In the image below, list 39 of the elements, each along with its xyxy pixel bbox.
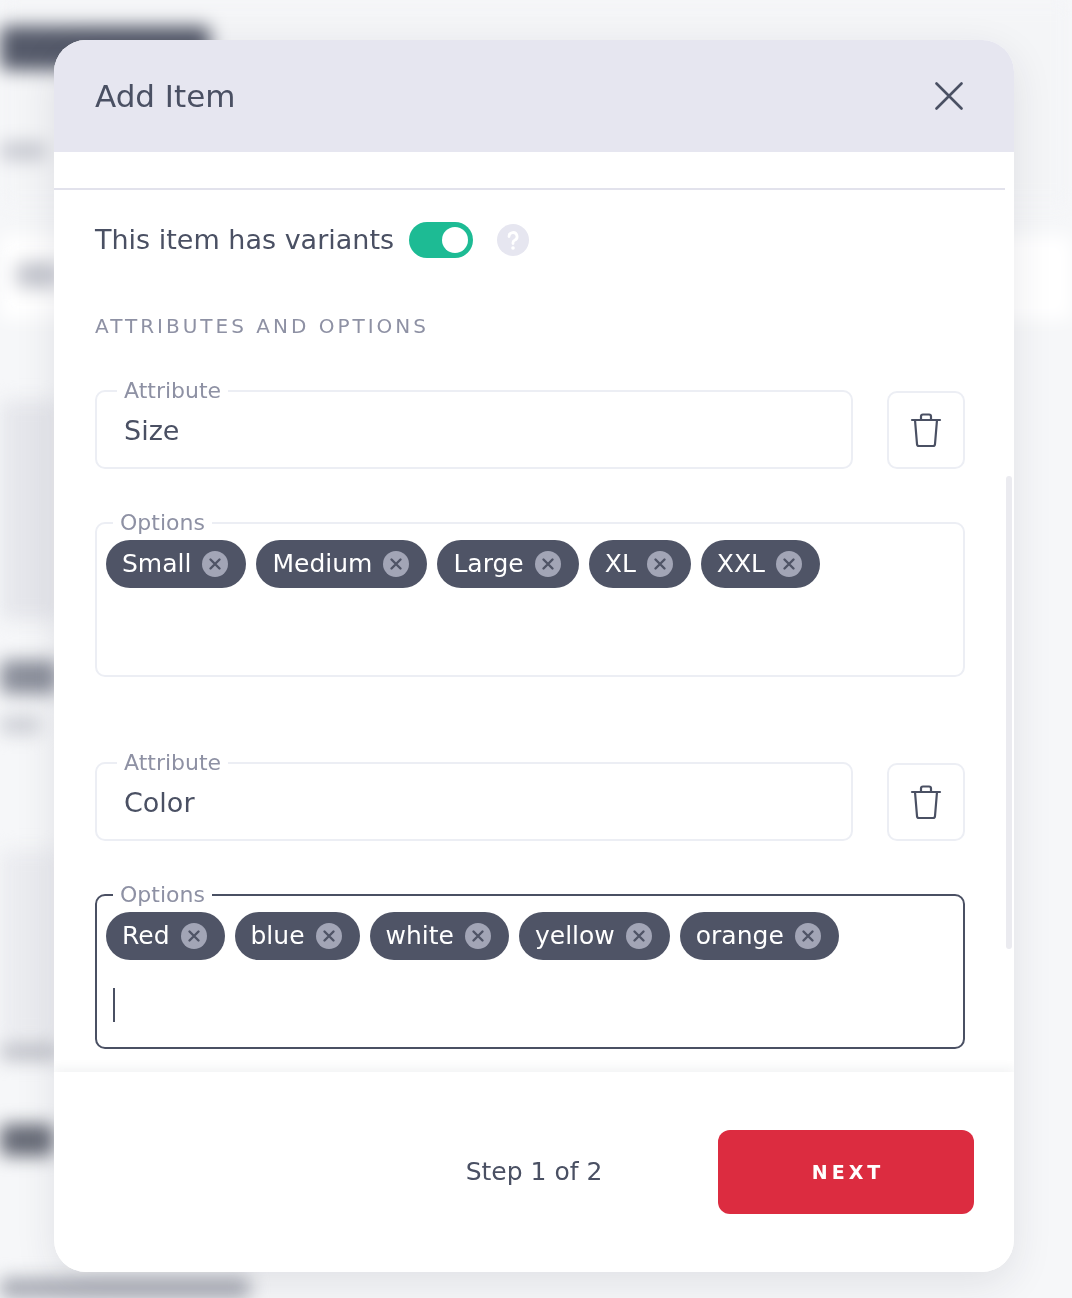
step-label: Step 1 of 2 bbox=[465, 1156, 603, 1188]
remove-icon[interactable] bbox=[383, 551, 410, 577]
field-label: Attribute bbox=[123, 378, 223, 404]
text-cursor bbox=[113, 988, 115, 1022]
remove-icon[interactable] bbox=[534, 551, 561, 577]
delete-button[interactable] bbox=[887, 763, 965, 841]
remove-icon[interactable] bbox=[464, 923, 491, 949]
trash-icon bbox=[910, 784, 942, 820]
remove-icon[interactable] bbox=[180, 923, 207, 949]
close-button[interactable] bbox=[935, 82, 963, 110]
field-label: Options bbox=[119, 882, 206, 908]
chip-label: blue bbox=[250, 921, 305, 951]
chip-label: XL bbox=[604, 549, 636, 579]
chip-label: Small bbox=[122, 549, 192, 579]
chip-label: Red bbox=[122, 921, 170, 951]
field-label: Attribute bbox=[123, 750, 223, 776]
section-heading: ATTRIBUTES AND OPTIONS bbox=[95, 313, 430, 339]
close-icon bbox=[935, 82, 963, 110]
chip-label: XXL bbox=[716, 549, 765, 579]
field-label: Options bbox=[119, 510, 206, 536]
field-value: Color bbox=[124, 785, 195, 820]
variants-label: This item has variants bbox=[95, 223, 395, 257]
chip-label: yellow bbox=[534, 921, 615, 951]
chip-label: orange bbox=[695, 921, 784, 951]
next-button[interactable]: NEXT bbox=[718, 1130, 974, 1214]
remove-icon[interactable] bbox=[202, 551, 229, 577]
remove-icon[interactable] bbox=[646, 551, 673, 577]
variants-toggle[interactable] bbox=[409, 222, 474, 258]
delete-button[interactable] bbox=[887, 391, 965, 469]
trash-icon bbox=[910, 412, 942, 448]
modal-title: Add Item bbox=[95, 77, 236, 116]
remove-icon[interactable] bbox=[315, 923, 342, 949]
remove-icon[interactable] bbox=[776, 551, 802, 577]
chip-label: Medium bbox=[272, 549, 373, 579]
remove-icon[interactable] bbox=[625, 923, 652, 949]
field-value: Size bbox=[124, 413, 180, 448]
chip-label: Large bbox=[453, 549, 524, 579]
remove-icon[interactable] bbox=[794, 923, 821, 949]
chip-label: white bbox=[385, 921, 454, 951]
